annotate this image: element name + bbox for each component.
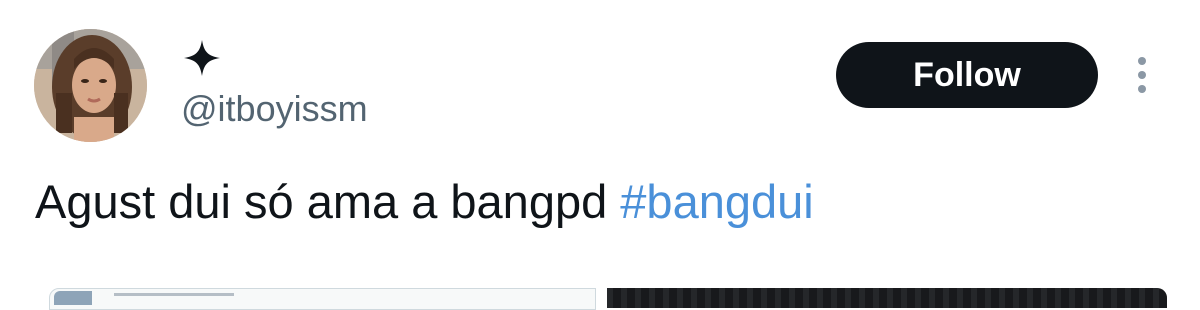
four-point-star-icon (184, 40, 220, 76)
dark-image[interactable] (607, 288, 1167, 308)
display-name[interactable] (182, 38, 222, 78)
tweet-body: Agust dui só ama a bangpd (35, 175, 621, 228)
vertical-ellipsis-icon (1138, 57, 1146, 93)
hashtag-link[interactable]: #bangdui (620, 175, 813, 228)
link-preview-card[interactable] (49, 288, 596, 310)
follow-button[interactable]: Follow (836, 42, 1098, 108)
image-texture (607, 288, 1167, 308)
preview-thumbnail (54, 291, 92, 305)
avatar[interactable] (34, 29, 147, 142)
profile-photo (34, 29, 147, 142)
tweet-text: Agust dui só ama a bangpd #bangdui (35, 172, 814, 232)
author-handle[interactable]: @itboyissm (181, 86, 368, 132)
more-options-button[interactable] (1128, 52, 1156, 98)
